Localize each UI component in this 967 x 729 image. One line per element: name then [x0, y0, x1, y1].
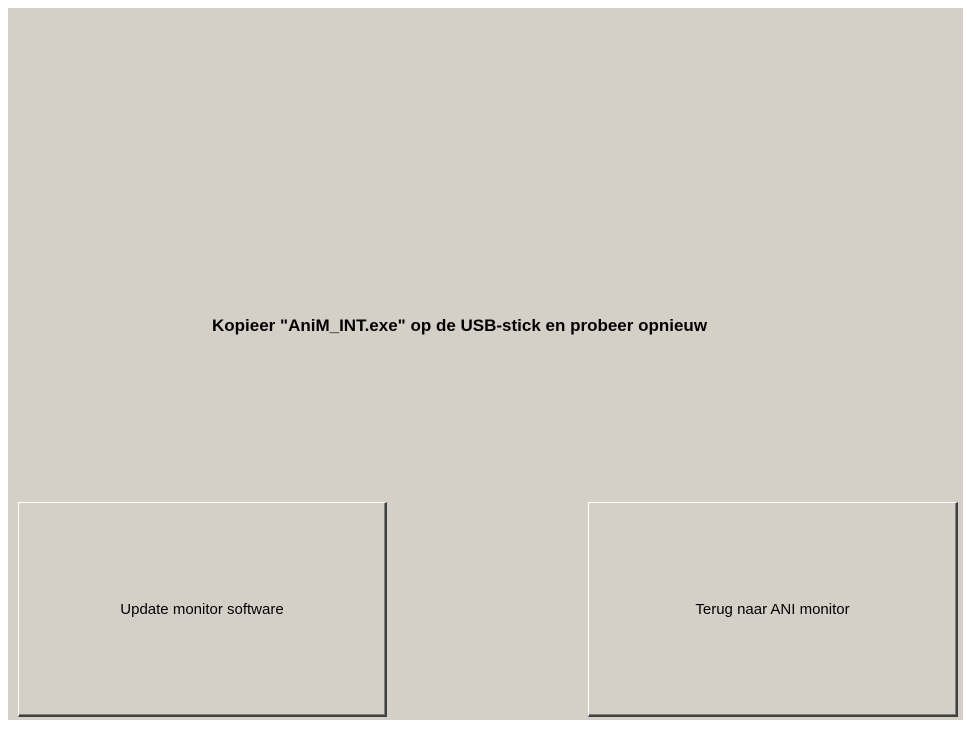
update-monitor-software-label: Update monitor software [120, 600, 284, 618]
instruction-message: Kopieer "AniM_INT.exe" op de USB-stick e… [212, 316, 708, 335]
back-to-ani-monitor-button[interactable]: Terug naar ANI monitor [588, 502, 958, 717]
back-to-ani-monitor-label: Terug naar ANI monitor [695, 600, 850, 618]
dialog-screen: Kopieer "AniM_INT.exe" op de USB-stick e… [8, 8, 963, 720]
update-monitor-software-button[interactable]: Update monitor software [18, 502, 387, 717]
